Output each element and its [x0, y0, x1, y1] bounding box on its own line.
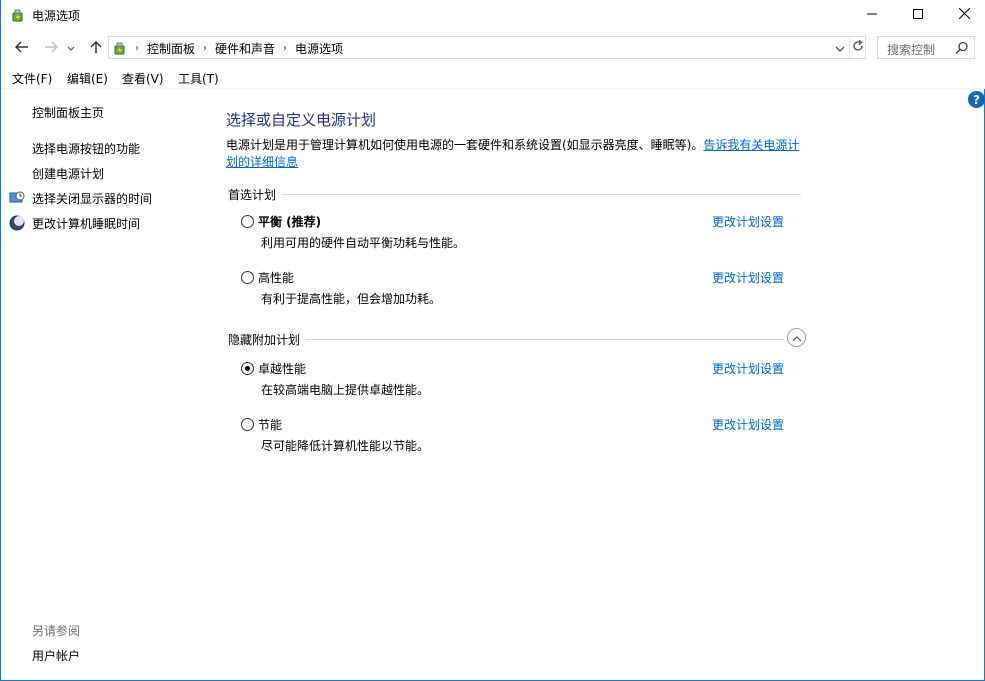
plan-high-performance-change-settings-link[interactable]: 更改计划设置	[712, 269, 784, 286]
minimize-button[interactable]	[849, 0, 895, 30]
page-title: 选择或自定义电源计划	[226, 111, 377, 129]
sidebar-item-create-plan[interactable]: 创建电源计划	[32, 165, 104, 182]
see-also-heading: 另请参阅	[32, 624, 81, 638]
close-icon	[958, 7, 970, 22]
address-history-button[interactable]	[831, 37, 849, 58]
up-button[interactable]	[86, 38, 106, 58]
preferred-plans-label: 首选计划	[228, 186, 283, 203]
close-button[interactable]	[941, 0, 985, 30]
left-nav-pane: 控制面板主页 选择电源按钮的功能 创建电源计划 选择关闭显示器的时间 更改计算机…	[1, 90, 211, 680]
menu-view[interactable]: 查看(V)	[122, 70, 164, 87]
up-arrow-icon	[90, 40, 102, 57]
chevron-down-icon	[835, 41, 845, 55]
sidebar-item-control-panel-home[interactable]: 控制面板主页	[32, 104, 104, 121]
plan-balanced-name[interactable]: 平衡 (推荐)	[258, 213, 321, 230]
plan-ultimate-performance-radio[interactable]	[241, 362, 254, 375]
plan-balanced-change-settings-link[interactable]: 更改计划设置	[712, 213, 784, 230]
navigation-bar: › 控制面板 › 硬件和声音 › 电源选项 搜索控制	[1, 30, 985, 66]
plan-power-saver-desc: 尽可能降低计算机性能以节能。	[261, 439, 430, 453]
forward-button[interactable]	[41, 38, 61, 58]
plan-high-performance-radio[interactable]	[241, 271, 254, 284]
chevron-right-icon[interactable]: ›	[203, 43, 207, 54]
window-title: 电源选项	[32, 9, 81, 23]
plan-balanced-radio[interactable]	[241, 215, 254, 228]
maximize-icon	[913, 8, 923, 22]
help-question-icon: ?	[973, 92, 980, 107]
sidebar-item-power-buttons[interactable]: 选择电源按钮的功能	[32, 140, 140, 157]
chevron-right-icon[interactable]: ›	[283, 43, 287, 54]
plan-balanced: 平衡 (推荐) 利用可用的硬件自动平衡功耗与性能。 更改计划设置	[241, 215, 801, 255]
maximize-button[interactable]	[895, 0, 941, 30]
search-icon	[955, 41, 969, 55]
chevron-right-icon: ›	[135, 43, 139, 54]
back-arrow-icon	[14, 40, 29, 56]
monitor-clock-icon	[9, 190, 25, 206]
plan-power-saver-change-settings-link[interactable]: 更改计划设置	[712, 416, 784, 433]
hidden-plans-label: 隐藏附加计划	[228, 331, 307, 348]
collapse-hidden-plans-button[interactable]	[787, 328, 806, 347]
plan-ultimate-performance-name[interactable]: 卓越性能	[258, 360, 306, 377]
plan-power-saver-radio[interactable]	[241, 418, 254, 431]
back-button[interactable]	[12, 38, 32, 58]
sidebar-item-user-accounts[interactable]: 用户帐户	[32, 647, 80, 664]
chevron-down-icon	[67, 41, 75, 55]
description-text: 电源计划是用于管理计算机如何使用电源的一套硬件和系统设置(如显示器亮度、睡眠等)…	[226, 138, 704, 152]
section-divider	[228, 194, 801, 195]
breadcrumb-power-options[interactable]: 电源选项	[295, 40, 343, 57]
power-options-icon	[112, 40, 128, 56]
menu-edit[interactable]: 编辑(E)	[67, 70, 108, 87]
search-box[interactable]: 搜索控制	[877, 36, 975, 59]
sidebar-item-display-off-time[interactable]: 选择关闭显示器的时间	[32, 190, 152, 207]
menu-bar: 文件(F) 编辑(E) 查看(V) 工具(T)	[1, 66, 985, 89]
plan-power-saver-name[interactable]: 节能	[258, 416, 282, 433]
help-button[interactable]: ?	[968, 91, 985, 108]
refresh-icon	[852, 40, 864, 55]
page-description: 电源计划是用于管理计算机如何使用电源的一套硬件和系统设置(如显示器亮度、睡眠等)…	[226, 137, 806, 171]
moon-icon	[9, 215, 25, 231]
minimize-icon	[867, 8, 877, 22]
chevron-up-icon	[792, 331, 802, 345]
sidebar-item-sleep-time[interactable]: 更改计算机睡眠时间	[32, 215, 140, 232]
plan-ultimate-performance-change-settings-link[interactable]: 更改计划设置	[712, 360, 784, 377]
forward-arrow-icon	[44, 40, 59, 56]
power-options-window: 电源选项 › 控制面板 › 硬件和声音 › 电源选项 搜索控制 文件(F) 编辑…	[0, 0, 985, 681]
breadcrumb-control-panel[interactable]: 控制面板	[147, 40, 195, 57]
plan-power-saver: 节能 尽可能降低计算机性能以节能。 更改计划设置	[241, 418, 801, 458]
plan-balanced-desc: 利用可用的硬件自动平衡功耗与性能。	[261, 236, 466, 250]
breadcrumb: › 控制面板 › 硬件和声音 › 电源选项	[131, 40, 343, 57]
recent-locations-button[interactable]	[65, 38, 77, 58]
power-options-icon	[10, 7, 26, 23]
section-divider	[228, 339, 784, 340]
plan-ultimate-performance: 卓越性能 在较高端电脑上提供卓越性能。 更改计划设置	[241, 362, 801, 402]
refresh-button[interactable]	[849, 37, 866, 58]
search-placeholder: 搜索控制	[887, 43, 936, 57]
breadcrumb-hardware-sound[interactable]: 硬件和声音	[215, 40, 275, 57]
preferred-plans-section: 首选计划	[228, 186, 802, 203]
plan-high-performance-desc: 有利于提高性能，但会增加功耗。	[261, 292, 442, 306]
address-bar[interactable]: › 控制面板 › 硬件和声音 › 电源选项	[108, 36, 866, 59]
plan-high-performance: 高性能 有利于提高性能，但会增加功耗。 更改计划设置	[241, 271, 801, 311]
plan-high-performance-name[interactable]: 高性能	[258, 269, 294, 286]
menu-tools[interactable]: 工具(T)	[178, 70, 219, 87]
menu-file[interactable]: 文件(F)	[12, 70, 52, 87]
title-bar: 电源选项	[1, 0, 985, 30]
plan-ultimate-performance-desc: 在较高端电脑上提供卓越性能。	[261, 383, 430, 397]
hidden-plans-section: 隐藏附加计划	[228, 331, 788, 348]
